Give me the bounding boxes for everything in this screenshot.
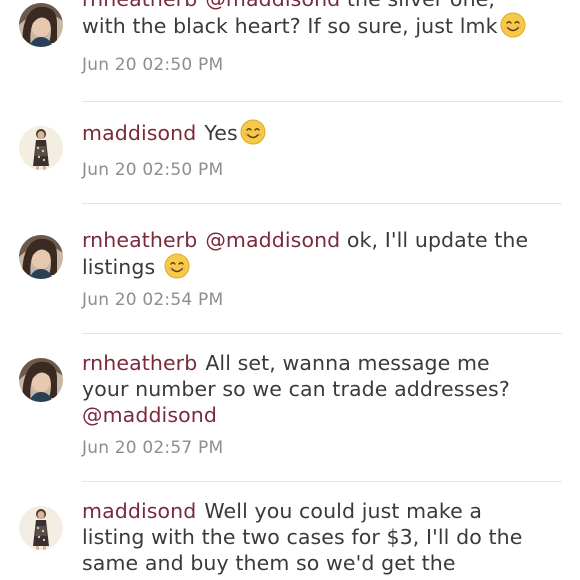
comment-mention[interactable]: @maddisond <box>82 403 217 427</box>
avatar-rnheatherb[interactable] <box>19 235 63 279</box>
comment-text: your number so we can trade addresses? <box>82 377 510 401</box>
comment-username[interactable]: maddisond <box>82 499 196 523</box>
comment-timestamp: Jun 20 02:57 PM <box>82 438 224 458</box>
comment-username[interactable]: rnheatherb <box>82 0 197 11</box>
comment-timestamp: Jun 20 02:54 PM <box>82 290 224 310</box>
comment-text: Yes <box>204 121 238 145</box>
comment-timestamp: Jun 20 02:50 PM <box>82 55 224 75</box>
comment-text: with the black heart? If so sure, just l… <box>82 14 498 38</box>
comment-text: same and buy them so we'd get the <box>82 551 456 575</box>
comment-mention[interactable]: @maddisond <box>205 0 340 11</box>
divider <box>82 203 562 204</box>
smiling-face-emoji-icon <box>164 253 190 279</box>
comment-text: All set, wanna message me <box>205 351 490 375</box>
smiling-face-emoji-icon <box>500 12 526 38</box>
comment-feed: rnheatherb @maddisond the silver one, wit… <box>0 0 580 580</box>
comment-text: listing with the two cases for $3, I'll … <box>82 525 523 549</box>
comment-text: listings <box>82 255 162 279</box>
comment-text: ok, I'll update the <box>340 228 529 252</box>
comment-text: the silver one, <box>340 0 495 11</box>
divider <box>82 333 562 334</box>
avatar-maddisond[interactable] <box>19 506 63 550</box>
avatar-photo-icon <box>19 506 63 550</box>
avatar-rnheatherb[interactable] <box>19 3 63 47</box>
avatar-rnheatherb[interactable] <box>19 358 63 402</box>
avatar-photo-icon <box>19 235 63 279</box>
comment-text: Well you could just make a <box>204 499 483 523</box>
avatar-photo-icon <box>19 358 63 402</box>
divider <box>82 101 562 102</box>
smiling-face-emoji-icon <box>240 119 266 145</box>
avatar-photo-icon <box>19 3 63 47</box>
comment-username[interactable]: maddisond <box>82 121 196 145</box>
comment-timestamp: Jun 20 02:50 PM <box>82 160 224 180</box>
comment-username[interactable]: rnheatherb <box>82 351 197 375</box>
avatar-maddisond[interactable] <box>19 126 63 170</box>
comment-mention[interactable]: @maddisond <box>205 228 340 252</box>
comment-username[interactable]: rnheatherb <box>82 228 197 252</box>
divider <box>82 481 562 482</box>
avatar-photo-icon <box>19 126 63 170</box>
